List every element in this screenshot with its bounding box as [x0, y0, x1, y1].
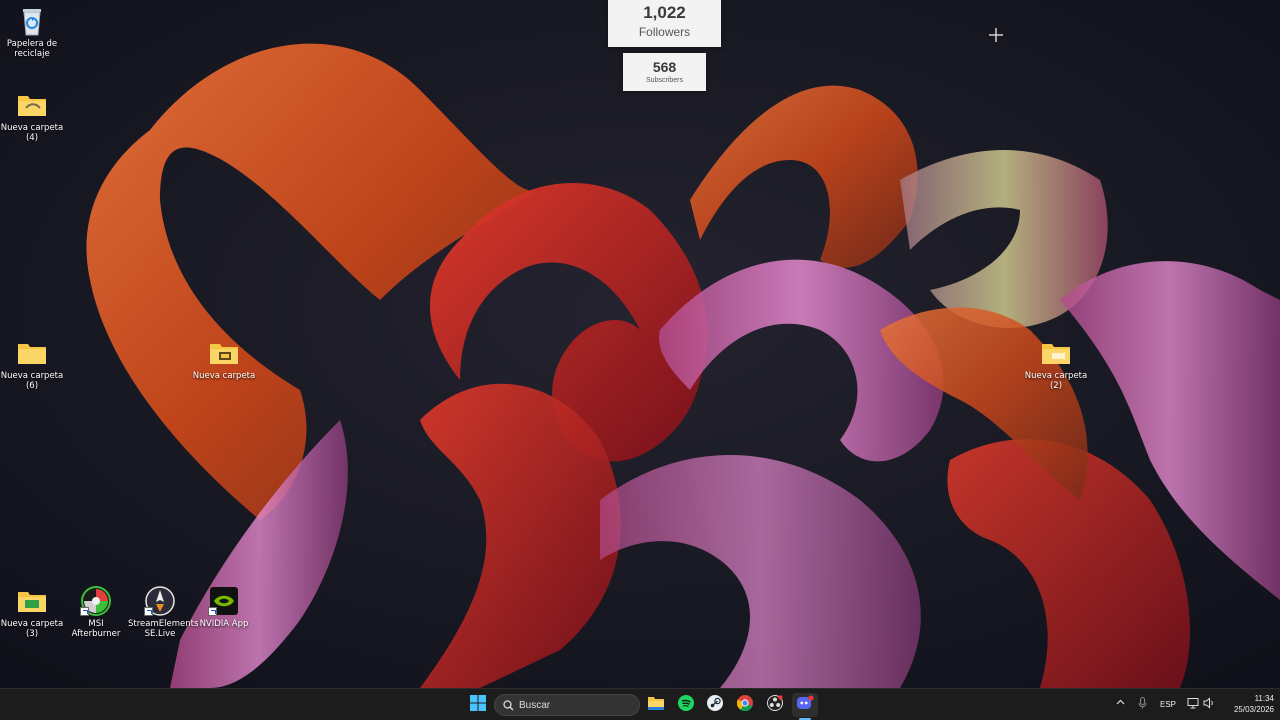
followers-widget: 1,022 Followers — [608, 0, 721, 47]
clock-time: 11:34 — [1254, 694, 1274, 703]
msi-afterburner-icon — [80, 586, 112, 616]
desktop-icon-label: Nueva carpeta (3) — [0, 619, 64, 639]
folder-icon — [16, 338, 48, 368]
nvidia-icon — [208, 586, 240, 616]
taskbar-obs[interactable] — [762, 693, 788, 717]
desktop-icon-recycle-bin[interactable]: Papelera de reciclaje — [0, 6, 64, 59]
subscribers-count: 568 — [652, 59, 677, 75]
desktop-icon-label: StreamElements SE.Live — [128, 619, 199, 639]
microphone-icon — [1138, 697, 1147, 711]
subscribers-widget: 568 Subscribers — [623, 53, 706, 91]
speaker-icon — [1203, 697, 1215, 711]
followers-label: Followers — [638, 25, 691, 39]
desktop-icon-nueva-carpeta-4[interactable]: Nueva carpeta (4) — [0, 90, 64, 143]
folder-icon — [16, 586, 48, 616]
desktop-icon-label: NVIDIA App — [199, 619, 249, 629]
desktop-icon-label: Nueva carpeta (4) — [0, 123, 64, 143]
taskbar: Buscar ESP 11:34 25/03/2026 — [0, 688, 1280, 720]
folder-icon — [16, 90, 48, 120]
desktop-icon-nueva-carpeta[interactable]: Nueva carpeta — [192, 338, 256, 381]
obs-icon — [767, 694, 783, 716]
folder-icon — [1040, 338, 1072, 368]
taskbar-chrome[interactable] — [732, 693, 758, 717]
start-icon — [470, 694, 486, 716]
desktop-icon-label: Nueva carpeta (2) — [1024, 371, 1088, 391]
recycle-bin-icon — [16, 6, 48, 36]
taskbar-steam[interactable] — [702, 693, 728, 717]
microphone-button[interactable] — [1138, 697, 1147, 711]
spotify-icon — [678, 694, 694, 716]
show-hidden-icons-button[interactable] — [1116, 698, 1125, 709]
desktop-icon-nueva-carpeta-6[interactable]: Nueva carpeta (6) — [0, 338, 64, 391]
chevron-up-icon — [1116, 699, 1125, 709]
shortcut-arrow-icon — [80, 607, 89, 616]
taskbar-file-explorer[interactable] — [643, 693, 669, 717]
desktop-icon-nueva-carpeta-2[interactable]: Nueva carpeta (2) — [1024, 338, 1088, 391]
discord-icon — [796, 694, 814, 716]
taskbar-discord[interactable] — [792, 693, 818, 717]
volume-button[interactable] — [1203, 697, 1215, 711]
search-input[interactable]: Buscar — [494, 694, 640, 716]
followers-count: 1,022 — [643, 3, 686, 22]
clock[interactable]: 11:34 25/03/2026 — [1222, 693, 1274, 715]
taskbar-spotify[interactable] — [673, 693, 699, 717]
folder-icon — [208, 338, 240, 368]
start-button[interactable] — [465, 693, 491, 717]
shortcut-arrow-icon — [208, 607, 217, 616]
chrome-icon — [736, 694, 753, 716]
desktop-icon-label: Papelera de reciclaje — [6, 39, 58, 59]
search-placeholder: Buscar — [519, 700, 551, 711]
clock-date: 25/03/2026 — [1233, 705, 1274, 714]
search-icon — [503, 700, 514, 714]
network-icon — [1187, 698, 1199, 711]
file-explorer-icon — [647, 695, 665, 716]
desktop-icon-label: MSI Afterburner — [71, 619, 121, 639]
desktop-icon-label: Nueva carpeta — [192, 371, 256, 381]
shortcut-arrow-icon — [144, 607, 153, 616]
subscribers-label: Subscribers — [646, 77, 683, 84]
network-button[interactable] — [1187, 697, 1199, 711]
steam-icon — [707, 694, 723, 716]
desktop-icon-nueva-carpeta-3[interactable]: Nueva carpeta (3) — [0, 586, 64, 639]
language-indicator[interactable]: ESP — [1160, 700, 1176, 709]
streamelements-icon — [144, 586, 176, 616]
desktop-icon-streamelements[interactable]: StreamElements SE.Live — [128, 586, 199, 639]
desktop-icon-label: Nueva carpeta (6) — [0, 371, 64, 391]
desktop-icon-msi-afterburner[interactable]: MSI Afterburner — [64, 586, 128, 639]
desktop-icon-nvidia-app[interactable]: NVIDIA App — [192, 586, 256, 629]
